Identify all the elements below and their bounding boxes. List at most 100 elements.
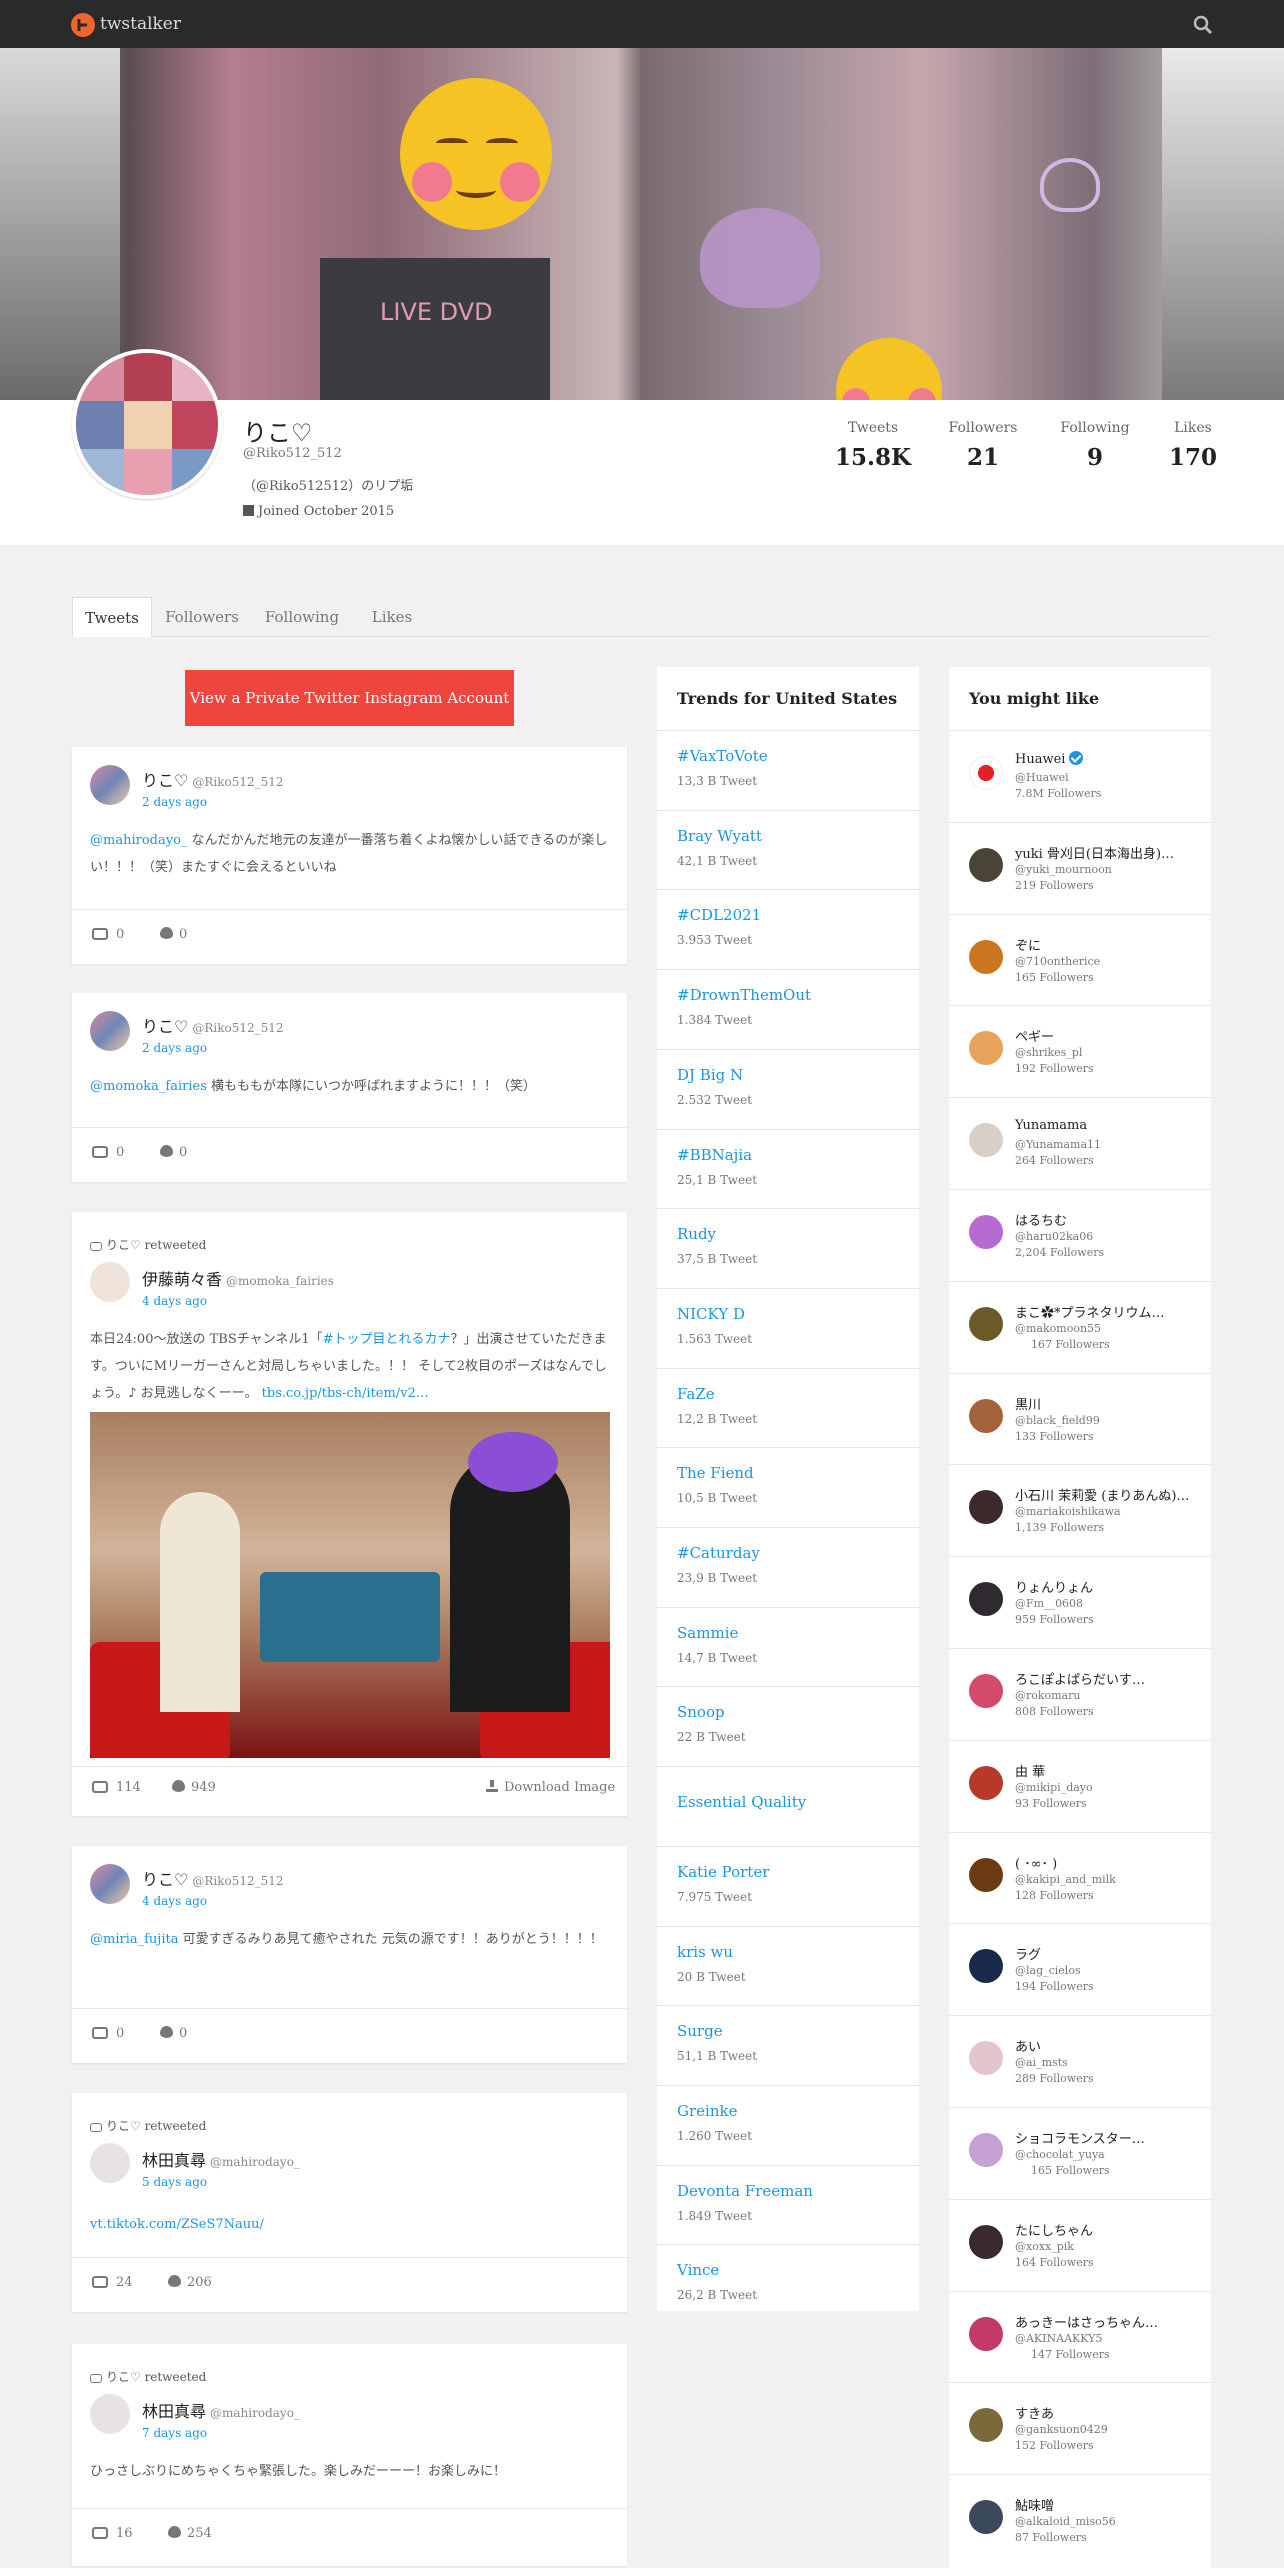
trend-name[interactable]: Sammie: [677, 1624, 738, 1642]
stat-followers[interactable]: Followers 21: [933, 420, 1033, 471]
trend-name[interactable]: Katie Porter: [677, 1863, 769, 1881]
suggested-name[interactable]: 黒川: [1015, 1394, 1041, 1413]
trend-item[interactable]: DJ Big N 2.532 Tweet: [657, 1048, 919, 1129]
suggested-account[interactable]: ( ･∞･ ) @kakipi_and_milk 128 Followers: [949, 1831, 1211, 1924]
search-icon[interactable]: [1192, 14, 1214, 36]
trend-item[interactable]: Greinke 1.260 Tweet: [657, 2084, 919, 2165]
suggested-account[interactable]: あい @ai_msts 289 Followers: [949, 2015, 1211, 2107]
trend-item[interactable]: #BBNajia 25,1 B Tweet: [657, 1128, 919, 1209]
brand-name[interactable]: twstalker: [100, 14, 181, 34]
suggested-account[interactable]: 小石川 茉莉愛 (まりあんぬ)… @mariakoishikawa 1,139 Fo…: [949, 1464, 1211, 1556]
trend-name[interactable]: kris wu: [677, 1943, 733, 1961]
suggested-account[interactable]: Yunamama @Yunamama11 264 Followers: [949, 1097, 1211, 1189]
hashtag-link[interactable]: #トップ目とれるカナ: [323, 1332, 451, 1347]
avatar[interactable]: [969, 1490, 1003, 1525]
suggested-name[interactable]: 鮎味噌: [1015, 2495, 1054, 2514]
mention-link[interactable]: @mahirodayo_: [90, 833, 187, 848]
stat-likes[interactable]: Likes 170: [1143, 420, 1243, 471]
trend-item[interactable]: Snoop 22 B Tweet: [657, 1686, 919, 1766]
suggested-name[interactable]: たにしちゃん: [1015, 2220, 1093, 2239]
trend-name[interactable]: Devonta Freeman: [677, 2182, 813, 2200]
trend-item[interactable]: Sammie 14,7 B Tweet: [657, 1606, 919, 1687]
like-button[interactable]: 0: [160, 1145, 187, 1160]
tweet-time[interactable]: 2 days ago: [142, 795, 207, 809]
trend-name[interactable]: Greinke: [677, 2102, 737, 2120]
tab-following[interactable]: Following: [252, 597, 352, 637]
tweet-time[interactable]: 2 days ago: [142, 1041, 207, 1055]
avatar[interactable]: [90, 2394, 130, 2434]
like-button[interactable]: 949: [172, 1780, 216, 1795]
tab-followers[interactable]: Followers: [152, 597, 252, 637]
tweet-time[interactable]: 4 days ago: [142, 1294, 207, 1308]
trend-item[interactable]: Bray Wyatt 42,1 B Tweet: [657, 809, 919, 890]
suggested-name[interactable]: あっきーはさっちゃん…: [1015, 2312, 1158, 2331]
trend-name[interactable]: #VaxToVote: [677, 747, 768, 765]
view-private-account-button[interactable]: View a Private Twitter Instagram Account: [185, 670, 514, 726]
suggested-account[interactable]: ショコラモンスター… @chocolat_yuya 165 Followers: [949, 2107, 1211, 2199]
mention-link[interactable]: @momoka_fairies: [90, 1079, 207, 1094]
suggested-account[interactable]: まこ✿*プラネタリウム… @makomoon55 167 Followers: [949, 1280, 1211, 1373]
trend-item[interactable]: #Caturday 23,9 B Tweet: [657, 1527, 919, 1607]
suggested-name[interactable]: りょんりょん: [1015, 1577, 1093, 1596]
suggested-name[interactable]: ぞに: [1015, 935, 1041, 954]
avatar[interactable]: [90, 1864, 130, 1904]
suggested-account[interactable]: ぞに @710ontherice 165 Followers: [949, 913, 1211, 1006]
avatar[interactable]: [969, 2408, 1003, 2443]
avatar[interactable]: [969, 1582, 1003, 1617]
stat-following[interactable]: Following 9: [1045, 420, 1145, 471]
suggested-name[interactable]: ( ･∞･ ): [1015, 1853, 1057, 1872]
avatar[interactable]: [90, 765, 130, 805]
trend-item[interactable]: NICKY D 1.563 Tweet: [657, 1287, 919, 1368]
suggested-name[interactable]: Huawei: [1015, 751, 1084, 767]
trend-name[interactable]: Rudy: [677, 1225, 716, 1243]
retweet-button[interactable]: 114: [92, 1780, 141, 1795]
url-link[interactable]: tbs.co.jp/tbs-ch/item/v2…: [262, 1386, 429, 1401]
avatar[interactable]: [969, 1215, 1003, 1249]
avatar[interactable]: [969, 2224, 1003, 2259]
trend-item[interactable]: Rudy 37,5 B Tweet: [657, 1208, 919, 1288]
trend-name[interactable]: #Caturday: [677, 1544, 760, 1562]
avatar[interactable]: [969, 1123, 1003, 1158]
trend-name[interactable]: The Fiend: [677, 1464, 754, 1482]
twstalker-logo-icon[interactable]: [70, 12, 96, 38]
tweet-author[interactable]: 伊藤萌々香 @momoka_fairies: [142, 1266, 334, 1290]
suggested-name[interactable]: ろこぽよぱらだいす…: [1015, 1669, 1145, 1688]
suggested-account[interactable]: 鮎味噌 @alkaloid_miso56 87 Followers: [949, 2474, 1211, 2566]
avatar[interactable]: [969, 756, 1003, 790]
trend-item[interactable]: FaZe 12,2 B Tweet: [657, 1367, 919, 1448]
avatar[interactable]: [969, 2316, 1003, 2351]
avatar[interactable]: [969, 1398, 1003, 1433]
avatar[interactable]: [969, 2500, 1003, 2535]
suggested-name[interactable]: 小石川 茉莉愛 (まりあんぬ)…: [1015, 1485, 1189, 1504]
trend-name[interactable]: Surge: [677, 2022, 723, 2040]
trend-name[interactable]: Snoop: [677, 1703, 725, 1721]
trend-item[interactable]: The Fiend 10,5 B Tweet: [657, 1447, 919, 1527]
trend-item[interactable]: Surge 51,1 B Tweet: [657, 2005, 919, 2085]
retweet-button[interactable]: 24: [92, 2275, 133, 2290]
retweet-button[interactable]: 16: [92, 2526, 133, 2541]
suggested-name[interactable]: ショコラモンスター…: [1015, 2128, 1145, 2147]
avatar[interactable]: [969, 2041, 1003, 2076]
tweet-author[interactable]: りこ♡ @Riko512_512: [142, 1013, 284, 1037]
tweet-time[interactable]: 4 days ago: [142, 1894, 207, 1908]
trend-name[interactable]: #DrownThemOut: [677, 986, 811, 1004]
avatar[interactable]: [969, 939, 1003, 974]
suggested-name[interactable]: はるちむ: [1015, 1210, 1067, 1229]
suggested-name[interactable]: すきあ: [1015, 2403, 1054, 2422]
suggested-account[interactable]: Huawei @Huawei 7.8M Followers: [949, 730, 1211, 822]
suggested-account[interactable]: 黒川 @black_field99 133 Followers: [949, 1372, 1211, 1465]
trend-name[interactable]: DJ Big N: [677, 1066, 743, 1084]
suggested-account[interactable]: はるちむ @haru02ka06 2,204 Followers: [949, 1189, 1211, 1281]
avatar[interactable]: [90, 1011, 130, 1051]
tweet-author[interactable]: 林田真尋 @mahirodayo_: [142, 2147, 300, 2171]
suggested-account[interactable]: yuki 骨刈日(日本海出身)… @yuki_mournoon 219 Follow…: [949, 821, 1211, 914]
like-button[interactable]: 0: [160, 2026, 187, 2041]
tab-tweets[interactable]: Tweets: [72, 597, 152, 637]
suggested-account[interactable]: 由 華 @mikipi_dayo 93 Followers: [949, 1739, 1211, 1832]
avatar[interactable]: [969, 1674, 1003, 1708]
tweet-image[interactable]: [90, 1412, 610, 1758]
suggested-name[interactable]: ラグ: [1015, 1944, 1041, 1963]
suggested-name[interactable]: まこ✿*プラネタリウム…: [1015, 1302, 1165, 1321]
suggested-account[interactable]: ろこぽよぱらだいす… @rokomaru 808 Followers: [949, 1648, 1211, 1740]
trend-item[interactable]: Devonta Freeman 1.849 Tweet: [657, 2164, 919, 2245]
